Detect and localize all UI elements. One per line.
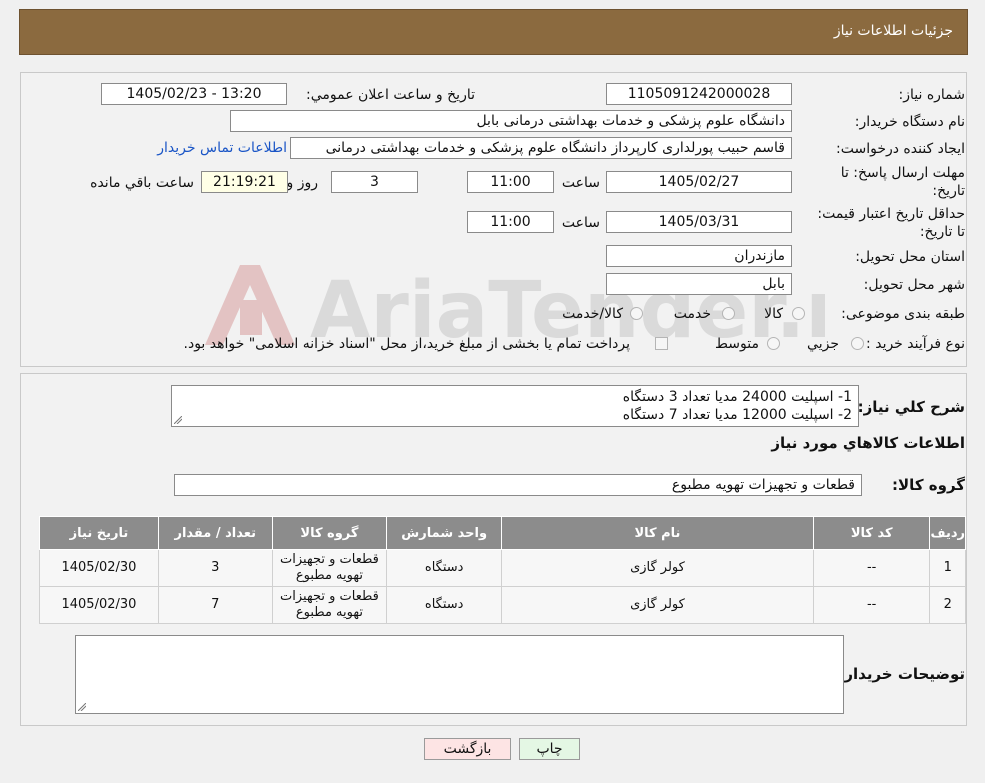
cell-qty: 7 xyxy=(157,586,273,624)
reply-time-field[interactable]: 11:00 xyxy=(467,171,554,193)
col-group: گروه کالا xyxy=(271,516,388,550)
goods-group-label: گروه کالا: xyxy=(892,476,965,494)
cell-date: 1405/02/30 xyxy=(39,586,159,624)
reply-time-label: ساعت xyxy=(561,175,600,191)
goods-group-field[interactable]: قطعات و تجهیزات تهویه مطبوع xyxy=(174,474,862,496)
province-field[interactable]: مازندران xyxy=(606,245,792,267)
province-label: استان محل تحویل: xyxy=(855,249,965,265)
print-button[interactable]: چاپ xyxy=(519,738,580,760)
cell-code: -- xyxy=(812,586,931,624)
cell-unit: دستگاه xyxy=(386,586,503,624)
cell-qty: 3 xyxy=(157,549,273,587)
col-qty: تعداد / مقدار xyxy=(157,516,273,550)
summary-textarea[interactable]: 1- اسپلیت 24000 مدیا تعداد 3 دستگاه 2- ا… xyxy=(171,385,859,427)
goods-table-header: ردیف کد کالا نام کالا واحد شمارش گروه کا… xyxy=(39,516,966,550)
col-unit: واحد شمارش xyxy=(386,516,503,550)
goods-section-title: اطلاعات کالاهاي مورد نیاز xyxy=(771,434,965,452)
category-radio-goods-service[interactable] xyxy=(630,307,643,320)
col-date: تاریخ نیاز xyxy=(39,516,159,550)
cell-unit: دستگاه xyxy=(386,549,503,587)
process-medium-label: متوسط xyxy=(715,336,759,352)
goods-table: ردیف کد کالا نام کالا واحد شمارش گروه کا… xyxy=(39,516,966,624)
process-radio-medium[interactable] xyxy=(767,337,780,350)
col-row: ردیف xyxy=(929,516,966,550)
reply-deadline-label: مهلت ارسال پاسخ: تا تاریخ: xyxy=(840,165,965,199)
cell-group: قطعات و تجهیزات تهویه مطبوع xyxy=(271,549,388,587)
cell-name: کولر گازی xyxy=(501,586,814,624)
category-goods-service-label: کالا/خدمت xyxy=(562,306,623,322)
table-row[interactable]: 2 -- کولر گازی دستگاه قطعات و تجهیزات ته… xyxy=(39,586,966,624)
buyer-org-field[interactable]: دانشگاه علوم پزشکی و خدمات بهداشتی درمان… xyxy=(230,110,792,132)
cell-code: -- xyxy=(812,549,931,587)
summary-label: شرح کلي نیاز: xyxy=(857,398,965,416)
creator-field[interactable]: قاسم حبیب پورلداری کارپرداز دانشگاه علوم… xyxy=(290,137,792,159)
buyer-contact-link[interactable]: اطلاعات تماس خریدار xyxy=(157,140,287,156)
days-remaining-field[interactable]: 3 xyxy=(331,171,418,193)
resize-grip-icon[interactable] xyxy=(78,703,86,711)
buyer-notes-label: توضیحات خریدار: xyxy=(838,665,965,683)
category-goods-label: کالا xyxy=(764,306,783,322)
buyer-org-label: نام دستگاه خریدار: xyxy=(854,114,965,130)
reply-date-field[interactable]: 1405/02/27 xyxy=(606,171,792,193)
city-label: شهر محل تحویل: xyxy=(863,277,965,293)
summary-line-1: 1- اسپلیت 24000 مدیا تعداد 3 دستگاه xyxy=(622,389,852,405)
cell-name: کولر گازی xyxy=(501,549,814,587)
process-radio-minor[interactable] xyxy=(851,337,864,350)
page-header: جزئیات اطلاعات نیاز xyxy=(19,9,968,55)
need-number-label: شماره نیاز: xyxy=(898,87,966,103)
price-time-field[interactable]: 11:00 xyxy=(467,211,554,233)
price-validity-label: حداقل تاریخ اعتبار قیمت: تا تاریخ: xyxy=(817,206,965,240)
announce-date-field[interactable]: 1405/02/23 - 13:20 xyxy=(101,83,287,105)
remaining-time-field: 21:19:21 xyxy=(201,171,288,193)
page-title: جزئیات اطلاعات نیاز xyxy=(833,23,953,39)
days-label: روز و xyxy=(286,175,319,191)
cell-group: قطعات و تجهیزات تهویه مطبوع xyxy=(271,586,388,624)
announce-date-label: تاریخ و ساعت اعلان عمومي: xyxy=(306,87,475,103)
category-label: طبقه بندی موضوعی: xyxy=(841,306,965,322)
city-field[interactable]: بابل xyxy=(606,273,792,295)
creator-label: ایجاد کننده درخواست: xyxy=(836,141,965,157)
category-radio-goods[interactable] xyxy=(792,307,805,320)
price-date-field[interactable]: 1405/03/31 xyxy=(606,211,792,233)
table-row[interactable]: 1 -- کولر گازی دستگاه قطعات و تجهیزات ته… xyxy=(39,549,966,587)
col-code: کد کالا xyxy=(812,516,931,550)
category-radio-service[interactable] xyxy=(722,307,735,320)
cell-date: 1405/02/30 xyxy=(39,549,159,587)
cell-row: 1 xyxy=(929,549,966,587)
resize-grip-icon[interactable] xyxy=(174,416,182,424)
process-note: پرداخت تمام یا بخشی از مبلغ خرید،از محل … xyxy=(183,336,630,352)
remaining-time-label: ساعت باقي مانده xyxy=(90,175,194,191)
summary-line-2: 2- اسپلیت 12000 مدیا تعداد 7 دستگاه xyxy=(622,407,852,423)
process-treasury-checkbox[interactable] xyxy=(655,337,668,350)
need-number-field[interactable]: 1105091242000028 xyxy=(606,83,792,105)
process-label: نوع فرآیند خرید : xyxy=(866,336,965,352)
col-name: نام کالا xyxy=(501,516,814,550)
buyer-notes-textarea[interactable] xyxy=(75,635,844,714)
category-service-label: خدمت xyxy=(673,306,711,322)
cell-row: 2 xyxy=(929,586,966,624)
back-button[interactable]: بازگشت xyxy=(424,738,511,760)
price-time-label: ساعت xyxy=(561,215,600,231)
process-minor-label: جزيي xyxy=(807,336,839,352)
